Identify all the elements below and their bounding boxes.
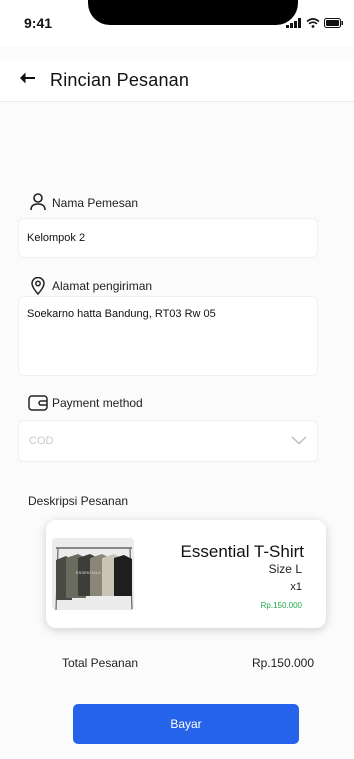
wallet-icon (28, 393, 48, 413)
total-label: Total Pesanan (62, 656, 139, 670)
pay-button[interactable]: Bayar (73, 704, 299, 744)
user-icon (28, 192, 48, 212)
wifi-icon (306, 15, 320, 33)
address-textarea[interactable]: Soekarno hatta Bandung, RT03 Rw 05 (18, 296, 318, 376)
signal-icon (286, 15, 302, 33)
status-time: 9:41 (24, 15, 53, 31)
order-description-title: Deskripsi Pesanan (28, 494, 129, 508)
page-title: Rincian Pesanan (50, 70, 190, 90)
order-detail-screen: 9:41 Rincian Pesanan Nama Pemesan Kelomp… (0, 0, 354, 759)
battery-icon (324, 15, 344, 33)
location-pin-icon (28, 276, 48, 296)
name-input[interactable] (18, 218, 318, 258)
name-label: Nama Pemesan (52, 196, 139, 210)
chevron-down-icon (291, 432, 307, 450)
order-total-row: Total Pesanan Rp.150.000 (62, 656, 314, 670)
status-icons (286, 15, 344, 33)
back-button[interactable] (10, 64, 44, 98)
arrow-left-icon (18, 71, 36, 90)
product-price: Rp.150.000 (260, 601, 302, 610)
payment-label: Payment method (52, 396, 143, 410)
product-card[interactable]: ESSENTIALS Essential T-Shirt Size L x1 R… (46, 520, 326, 628)
status-bar: 9:41 (0, 0, 354, 46)
app-header: Rincian Pesanan (0, 60, 354, 102)
product-name: Essential T-Shirt (180, 542, 304, 561)
product-size: Size L (268, 562, 302, 576)
payment-method-select[interactable]: COD (18, 420, 318, 462)
product-quantity: x1 (290, 581, 302, 593)
total-value: Rp.150.000 (251, 656, 314, 670)
svg-text:ESSENTIALS: ESSENTIALS (76, 570, 101, 575)
device-notch (88, 0, 298, 25)
address-label: Alamat pengiriman (52, 279, 153, 293)
payment-method-value: COD (29, 435, 54, 447)
product-image: ESSENTIALS (52, 538, 134, 610)
